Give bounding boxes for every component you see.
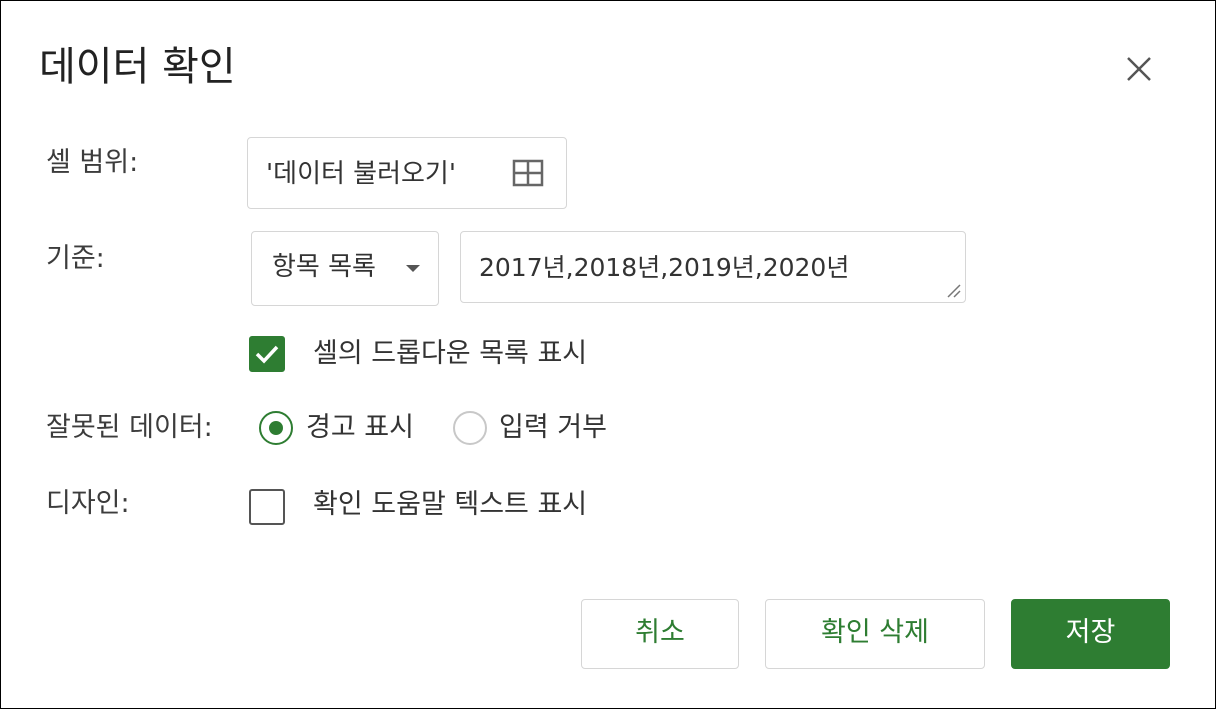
- cell-range-input[interactable]: '데이터 불러오기': [247, 137, 567, 209]
- criteria-items-value: 2017년,2018년,2019년,2020년: [479, 253, 850, 282]
- criteria-label: 기준:: [46, 243, 105, 274]
- cell-range-label: 셀 범위:: [46, 147, 139, 178]
- cancel-button[interactable]: 취소: [581, 599, 739, 669]
- criteria-type-value: 항목 목록: [272, 252, 376, 282]
- cell-range-value: '데이터 불러오기': [266, 159, 456, 189]
- show-help-text-label: 확인 도움말 텍스트 표시: [313, 489, 588, 520]
- show-dropdown-checkbox[interactable]: [249, 336, 285, 372]
- show-warning-radio[interactable]: [259, 411, 293, 445]
- dialog-title: 데이터 확인: [39, 44, 236, 90]
- show-help-text-checkbox[interactable]: [249, 489, 285, 525]
- show-warning-label: 경고 표시: [306, 412, 414, 443]
- remove-validation-button[interactable]: 확인 삭제: [765, 599, 985, 669]
- grid-icon[interactable]: [512, 159, 544, 187]
- criteria-items-input[interactable]: 2017년,2018년,2019년,2020년: [460, 231, 966, 303]
- reject-input-radio[interactable]: [453, 411, 487, 445]
- criteria-type-select[interactable]: 항목 목록: [251, 231, 439, 306]
- invalid-data-label: 잘못된 데이터:: [46, 412, 213, 443]
- data-validation-dialog: 데이터 확인 셀 범위: '데이터 불러오기' 기준: 항목 목록 2017년,…: [0, 0, 1216, 709]
- appearance-label: 디자인:: [46, 488, 130, 519]
- show-dropdown-label: 셀의 드롭다운 목록 표시: [313, 338, 588, 369]
- close-icon[interactable]: [1119, 49, 1159, 89]
- save-button[interactable]: 저장: [1011, 599, 1170, 669]
- resize-handle-icon[interactable]: [945, 282, 961, 298]
- check-icon: [255, 345, 279, 364]
- chevron-down-icon: [406, 265, 420, 272]
- reject-input-label: 입력 거부: [499, 412, 607, 443]
